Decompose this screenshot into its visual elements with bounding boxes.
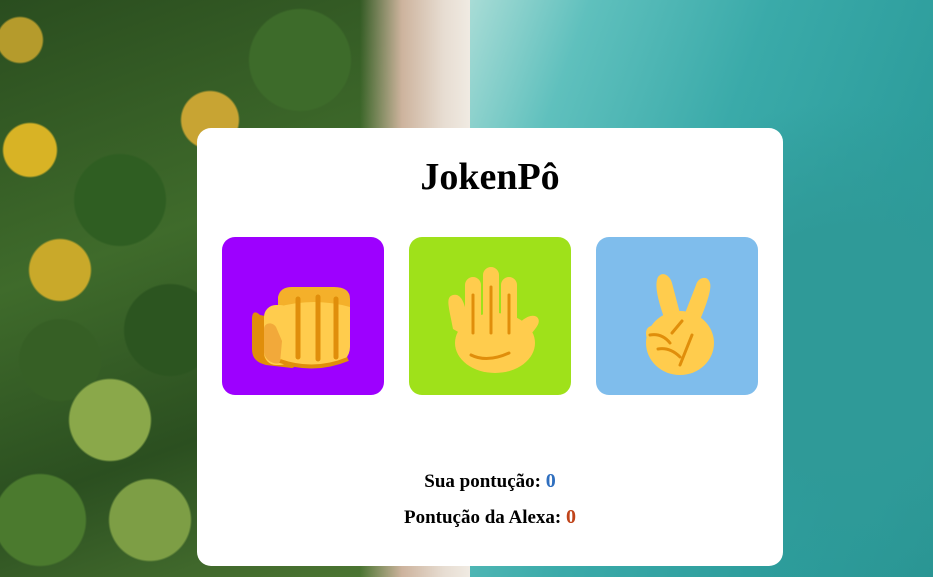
alexa-score-label: Pontução da Alexa: [403,507,562,528]
rock-button[interactable] [222,237,384,395]
victory-hand-icon [646,274,714,375]
game-title: JokenPô [420,156,560,198]
alexa-score-value: 0 [566,506,577,528]
user-score-value: 0 [545,470,556,492]
scissors-button[interactable] [596,237,758,395]
paper-button[interactable] [409,237,571,395]
open-hand-icon [448,267,539,373]
user-score: Sua pontução: 0 [197,470,783,493]
alexa-score: Pontução da Alexa: 0 [197,506,783,529]
fist-icon [252,287,350,369]
game-card: JokenPô Sua pontução: 0 Pontução da Alex… [197,128,783,566]
user-score-label: Sua pontução: [424,471,541,492]
